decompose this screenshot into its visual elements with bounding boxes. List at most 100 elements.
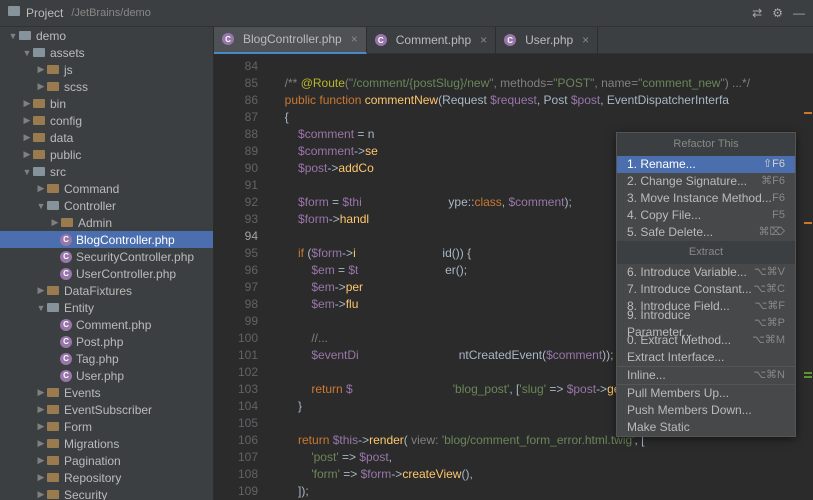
folder-item[interactable]: Repository <box>0 469 213 486</box>
tree-arrow[interactable] <box>36 455 46 466</box>
file-item[interactable]: CUserController.php <box>0 265 213 282</box>
line-number: 101 <box>218 347 258 364</box>
line-number: 105 <box>218 415 258 432</box>
menu-item[interactable]: 4. Copy File...F5 <box>617 207 795 224</box>
line-number: 107 <box>218 449 258 466</box>
folder-item[interactable]: scss <box>0 78 213 95</box>
folder-item[interactable]: DataFixtures <box>0 282 213 299</box>
editor-tabs[interactable]: CBlogController.php×CComment.php×CUser.p… <box>214 27 813 54</box>
folder-item[interactable]: public <box>0 146 213 163</box>
menu-item[interactable]: 9. Introduce Parameter...⌥⌘P <box>617 315 795 332</box>
tree-arrow[interactable] <box>22 98 32 109</box>
folder-item[interactable]: Controller <box>0 197 213 214</box>
folder-item[interactable]: assets <box>0 44 213 61</box>
project-tree[interactable]: demoassetsjsscssbinconfigdatapublicsrcCo… <box>0 27 214 500</box>
folder-item[interactable]: Admin <box>0 214 213 231</box>
menu-item[interactable]: 6. Introduce Variable...⌥⌘V <box>617 264 795 281</box>
tree-arrow[interactable] <box>36 201 46 211</box>
menu-item[interactable]: 1. Rename...⇧F6 <box>617 156 795 173</box>
tree-arrow[interactable] <box>36 183 46 194</box>
folder-item[interactable]: Events <box>0 384 213 401</box>
menu-item[interactable]: Pull Members Up... <box>617 385 795 402</box>
tree-arrow[interactable] <box>22 115 32 126</box>
settings-icon[interactable]: ⇄ <box>752 6 762 20</box>
folder-icon <box>32 149 46 161</box>
tree-arrow[interactable] <box>36 303 46 313</box>
folder-item[interactable]: Entity <box>0 299 213 316</box>
tree-arrow[interactable] <box>36 421 46 432</box>
tree-arrow[interactable] <box>22 48 32 58</box>
code-line[interactable]: /** @Route("/comment/{postSlug}/new", me… <box>268 75 813 92</box>
menu-item[interactable]: 7. Introduce Constant...⌥⌘C <box>617 281 795 298</box>
tree-arrow[interactable] <box>36 81 46 92</box>
editor-tab[interactable]: CBlogController.php× <box>214 27 367 54</box>
editor-tab[interactable]: CUser.php× <box>496 27 598 54</box>
tree-arrow[interactable] <box>36 472 46 483</box>
tree-arrow[interactable] <box>22 167 32 177</box>
file-item[interactable]: CComment.php <box>0 316 213 333</box>
tree-label: Form <box>64 420 92 434</box>
close-icon[interactable]: × <box>480 33 487 47</box>
file-item[interactable]: CSecurityController.php <box>0 248 213 265</box>
php-file-icon: C <box>60 251 72 263</box>
file-item[interactable]: CPost.php <box>0 333 213 350</box>
folder-item[interactable]: Pagination <box>0 452 213 469</box>
folder-item[interactable]: Migrations <box>0 435 213 452</box>
folder-item[interactable]: Security <box>0 486 213 500</box>
menu-item-label: Make Static <box>627 419 690 436</box>
line-number: 109 <box>218 483 258 500</box>
folder-item[interactable]: data <box>0 129 213 146</box>
tree-arrow[interactable] <box>36 404 46 415</box>
folder-icon <box>18 30 32 42</box>
folder-item[interactable]: demo <box>0 27 213 44</box>
tree-arrow[interactable] <box>8 31 18 41</box>
tree-arrow[interactable] <box>36 489 46 500</box>
php-file-icon: C <box>222 33 234 45</box>
code-line[interactable] <box>268 58 813 75</box>
refactor-popup[interactable]: Refactor This 1. Rename...⇧F62. Change S… <box>616 132 796 437</box>
code-line[interactable]: ]); <box>268 483 813 500</box>
folder-item[interactable]: js <box>0 61 213 78</box>
menu-item-label: 5. Safe Delete... <box>627 224 713 241</box>
menu-item[interactable]: Make Static <box>617 419 795 436</box>
line-number: 89 <box>218 143 258 160</box>
code-line[interactable]: 'post' => $post, <box>268 449 813 466</box>
folder-item[interactable]: EventSubscriber <box>0 401 213 418</box>
tree-arrow[interactable] <box>36 387 46 398</box>
folder-item[interactable]: config <box>0 112 213 129</box>
tree-arrow[interactable] <box>22 132 32 143</box>
tree-arrow[interactable] <box>36 64 46 75</box>
tree-arrow[interactable] <box>36 438 46 449</box>
tree-arrow[interactable] <box>50 217 60 228</box>
php-file-icon: C <box>60 353 72 365</box>
menu-item[interactable]: 2. Change Signature...⌘F6 <box>617 173 795 190</box>
gear-icon[interactable]: ⚙ <box>772 6 783 20</box>
menu-item[interactable]: 5. Safe Delete...⌘⌦ <box>617 224 795 241</box>
code-line[interactable]: 'form' => $form->createView(), <box>268 466 813 483</box>
menu-item[interactable]: Push Members Down... <box>617 402 795 419</box>
tree-label: UserController.php <box>76 267 176 281</box>
collapse-icon[interactable]: — <box>793 6 805 20</box>
folder-item[interactable]: Command <box>0 180 213 197</box>
menu-item[interactable]: 0. Extract Method...⌥⌘M <box>617 332 795 349</box>
folder-item[interactable]: bin <box>0 95 213 112</box>
file-item[interactable]: CTag.php <box>0 350 213 367</box>
folder-icon <box>32 132 46 144</box>
file-item[interactable]: CUser.php <box>0 367 213 384</box>
folder-icon <box>46 64 60 76</box>
folder-item[interactable]: src <box>0 163 213 180</box>
code-line[interactable]: public function commentNew(Request $requ… <box>268 92 813 109</box>
menu-shortcut: ⌥⌘C <box>753 281 785 298</box>
menu-item[interactable]: Extract Interface... <box>617 349 795 366</box>
tree-arrow[interactable] <box>22 149 32 160</box>
editor-tab[interactable]: CComment.php× <box>367 27 496 54</box>
breadcrumb: /JetBrains/demo <box>71 7 150 19</box>
file-item[interactable]: CBlogController.php <box>0 231 213 248</box>
tree-arrow[interactable] <box>36 285 46 296</box>
close-icon[interactable]: × <box>351 32 358 46</box>
folder-item[interactable]: Form <box>0 418 213 435</box>
close-icon[interactable]: × <box>582 33 589 47</box>
menu-item[interactable]: Inline...⌥⌘N <box>617 367 795 384</box>
code-line[interactable]: { <box>268 109 813 126</box>
menu-item[interactable]: 3. Move Instance Method...F6 <box>617 190 795 207</box>
